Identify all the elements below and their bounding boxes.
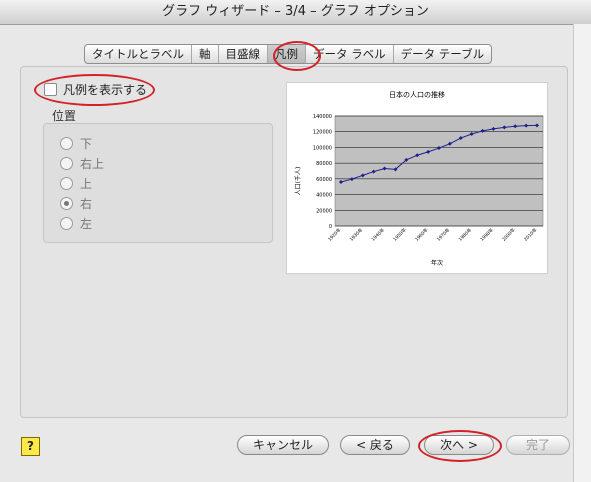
radio-button[interactable] bbox=[60, 137, 73, 150]
radio-label: 右 bbox=[80, 197, 93, 211]
highlight-next-button bbox=[418, 430, 502, 462]
y-tick-label: 100000 bbox=[313, 145, 332, 151]
radio-label: 左 bbox=[80, 217, 93, 231]
back-button[interactable]: < 戻る bbox=[340, 435, 410, 455]
tab-axes[interactable]: 軸 bbox=[192, 45, 219, 63]
radio-bottom[interactable]: 下 bbox=[60, 135, 92, 152]
background-scroll-edge bbox=[573, 24, 591, 482]
radio-top[interactable]: 上 bbox=[60, 175, 92, 192]
y-tick-label: 80000 bbox=[316, 161, 332, 167]
radio-button[interactable] bbox=[60, 157, 73, 170]
x-tick-label: 1930年 bbox=[348, 226, 365, 243]
radio-left[interactable]: 左 bbox=[60, 215, 92, 232]
y-tick-label: 140000 bbox=[313, 114, 332, 120]
chart-preview: 日本の人口の推移 人口(千人) 年次 0 20000 40000 60000 80000… bbox=[286, 82, 548, 274]
help-icon[interactable]: ? bbox=[21, 437, 40, 456]
radio-button[interactable] bbox=[60, 217, 73, 230]
chart-svg: 日本の人口の推移 人口(千人) 年次 0 20000 40000 60000 80000… bbox=[294, 90, 544, 267]
tab-data-table[interactable]: データ テーブル bbox=[394, 45, 491, 63]
x-tick-label: 1960年 bbox=[413, 226, 430, 243]
y-tick-label: 120000 bbox=[313, 130, 332, 136]
tab-gridlines[interactable]: 目盛線 bbox=[219, 45, 268, 63]
highlight-legend-tab bbox=[273, 41, 321, 71]
radio-button[interactable] bbox=[60, 197, 73, 210]
plot-area bbox=[334, 115, 544, 227]
x-tick-label: 1950年 bbox=[392, 226, 409, 243]
cancel-button[interactable]: キャンセル bbox=[237, 435, 329, 455]
chart-title: 日本の人口の推移 bbox=[389, 90, 445, 99]
x-tick-label: 2000年 bbox=[500, 226, 517, 243]
x-tick-label: 1940年 bbox=[370, 226, 387, 243]
tab-titles-labels[interactable]: タイトルとラベル bbox=[85, 45, 192, 63]
radio-label: 下 bbox=[80, 137, 93, 151]
x-tick-label: 1990年 bbox=[479, 226, 496, 243]
x-tick-label: 1980年 bbox=[457, 226, 474, 243]
radio-top-right[interactable]: 右上 bbox=[60, 155, 104, 172]
y-tick-label: 60000 bbox=[316, 177, 332, 183]
position-group-label: 位置 bbox=[52, 109, 77, 123]
radio-right[interactable]: 右 bbox=[60, 195, 92, 212]
x-tick-label: 2010年 bbox=[522, 226, 539, 243]
y-tick-label: 20000 bbox=[316, 208, 332, 214]
window-title: グラフ ウィザード – 3/4 – グラフ オプション bbox=[0, 0, 591, 25]
x-axis-title: 年次 bbox=[431, 259, 443, 267]
radio-button[interactable] bbox=[60, 177, 73, 190]
y-tick-label: 40000 bbox=[316, 193, 332, 199]
y-axis-title: 人口(千人) bbox=[294, 167, 302, 196]
radio-label: 右上 bbox=[80, 157, 105, 171]
highlight-show-legend bbox=[34, 74, 155, 106]
finish-button[interactable]: 完了 bbox=[506, 435, 570, 455]
y-tick-label: 0 bbox=[329, 224, 332, 230]
x-tick-label: 1970年 bbox=[435, 226, 452, 243]
radio-label: 上 bbox=[80, 177, 93, 191]
